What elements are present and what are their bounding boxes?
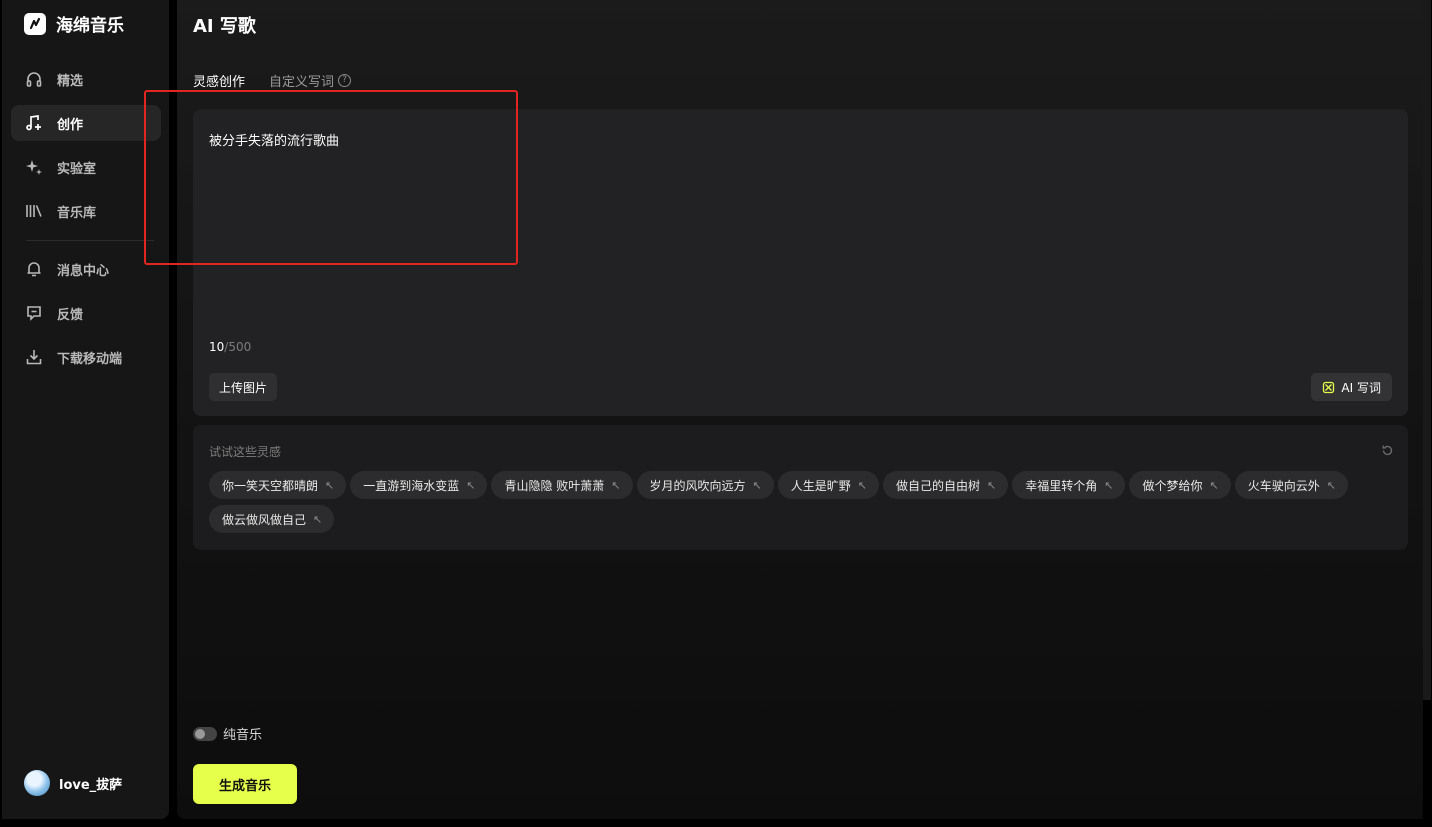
- main-panel: AI 写歌 灵感创作 自定义写词 ? 被分手失落的流行歌曲 10/500 上传图…: [177, 0, 1431, 819]
- headphones-icon: [24, 69, 44, 89]
- music-plus-icon: [24, 113, 44, 133]
- upload-image-label: 上传图片: [219, 380, 268, 395]
- music-note-icon: [24, 12, 46, 35]
- inspiration-title: 试试这些灵感: [209, 445, 282, 459]
- sidebar-item-messages[interactable]: 消息中心: [11, 251, 161, 287]
- ai-atom-icon: [1322, 381, 1335, 394]
- arrow-up-left-icon: ↖: [752, 478, 762, 492]
- inspiration-chip[interactable]: 岁月的风吹向远方 ↖: [636, 471, 774, 499]
- arrow-up-left-icon: ↖: [313, 512, 323, 526]
- char-count: 10: [209, 340, 225, 354]
- chip-label: 幸福里转个角: [1025, 478, 1098, 493]
- sidebar-item-download[interactable]: 下载移动端: [11, 339, 161, 375]
- chip-label: 做个梦给你: [1142, 478, 1203, 493]
- inspiration-chips: 你一笑天空都晴朗 ↖ 一直游到海水变蓝 ↖ 青山隐隐 败叶萧萧 ↖ 岁月的风吹向远方 ↖…: [209, 471, 1379, 533]
- toggle-knob: [195, 728, 205, 739]
- sidebar-item-create[interactable]: 创作: [11, 105, 161, 141]
- tab-bar: 灵感创作 自定义写词 ?: [193, 71, 375, 90]
- brand-name: 海绵音乐: [56, 16, 124, 36]
- sidebar-item-label: 反馈: [57, 307, 84, 323]
- help-icon[interactable]: ?: [338, 74, 352, 87]
- feedback-icon: [24, 303, 44, 323]
- download-icon: [24, 347, 44, 367]
- arrow-up-left-icon: ↖: [1326, 478, 1336, 492]
- library-icon: [24, 201, 44, 221]
- pure-music-toggle[interactable]: [193, 726, 217, 741]
- user-profile[interactable]: love_拔萨: [24, 770, 122, 796]
- inspiration-chip[interactable]: 做云做风做自己 ↖: [209, 505, 335, 533]
- sidebar-item-label: 精选: [57, 73, 84, 89]
- scrollbar-track[interactable]: [1423, 0, 1431, 700]
- sidebar-item-feedback[interactable]: 反馈: [11, 295, 161, 331]
- inspiration-chip[interactable]: 一直游到海水变蓝 ↖: [350, 471, 488, 499]
- page-title: AI 写歌: [193, 16, 256, 37]
- inspiration-chip[interactable]: 幸福里转个角 ↖: [1012, 471, 1126, 499]
- arrow-up-left-icon: ↖: [987, 478, 997, 492]
- prompt-editor[interactable]: 被分手失落的流行歌曲 10/500 上传图片 AI 写词: [193, 109, 1408, 416]
- ai-lyrics-button[interactable]: AI 写词: [1311, 373, 1392, 401]
- chip-label: 一直游到海水变蓝: [363, 478, 460, 493]
- chip-label: 青山隐隐 败叶萧萧: [504, 478, 605, 493]
- sidebar-item-label: 下载移动端: [57, 351, 123, 367]
- user-name: love_拔萨: [59, 777, 123, 793]
- arrow-up-left-icon: ↖: [611, 478, 621, 492]
- upload-image-button[interactable]: 上传图片: [209, 373, 278, 401]
- sidebar-item-featured[interactable]: 精选: [11, 61, 161, 97]
- arrow-up-left-icon: ↖: [857, 478, 867, 492]
- pure-music-row: 纯音乐: [193, 724, 262, 743]
- brand[interactable]: 海绵音乐: [24, 11, 124, 36]
- chip-label: 人生是旷野: [790, 478, 851, 493]
- inspiration-chip[interactable]: 你一笑天空都晴朗 ↖: [209, 471, 347, 499]
- chip-label: 火车驶向云外: [1247, 478, 1320, 493]
- pure-music-label: 纯音乐: [223, 728, 263, 743]
- chip-label: 你一笑天空都晴朗: [222, 478, 319, 493]
- sidebar-item-label: 消息中心: [57, 263, 110, 279]
- refresh-icon[interactable]: [1381, 442, 1394, 461]
- inspiration-chip[interactable]: 做自己的自由树 ↖: [882, 471, 1009, 499]
- tab-custom-lyrics[interactable]: 自定义写词 ?: [269, 71, 352, 90]
- sidebar-item-label: 创作: [57, 117, 84, 133]
- sidebar-item-label: 实验室: [57, 161, 97, 177]
- tab-label: 自定义写词: [269, 75, 335, 90]
- arrow-up-left-icon: ↖: [325, 478, 335, 492]
- generate-music-label: 生成音乐: [218, 778, 271, 794]
- arrow-up-left-icon: ↖: [1104, 478, 1114, 492]
- inspiration-chip[interactable]: 做个梦给你 ↖: [1129, 471, 1231, 499]
- tab-inspiration[interactable]: 灵感创作: [193, 71, 245, 90]
- tab-label: 灵感创作: [193, 75, 246, 90]
- sidebar-item-library[interactable]: 音乐库: [11, 193, 161, 229]
- chip-label: 做云做风做自己: [222, 512, 307, 527]
- inspiration-panel: 试试这些灵感 你一笑天空都晴朗 ↖ 一直游到海水变蓝 ↖ 青山隐隐 败叶萧萧 ↖ 岁月…: [193, 425, 1408, 550]
- generate-music-button[interactable]: 生成音乐: [193, 764, 297, 804]
- inspiration-chip[interactable]: 人生是旷野 ↖: [777, 471, 879, 499]
- sidebar-divider: [26, 240, 154, 241]
- arrow-up-left-icon: ↖: [466, 478, 476, 492]
- sparkle-icon: [24, 157, 44, 177]
- sidebar-item-lab[interactable]: 实验室: [11, 149, 161, 185]
- prompt-text[interactable]: 被分手失落的流行歌曲: [209, 130, 339, 149]
- ai-lyrics-label: AI 写词: [1341, 380, 1381, 395]
- sidebar-item-label: 音乐库: [57, 205, 97, 221]
- inspiration-chip[interactable]: 青山隐隐 败叶萧萧 ↖: [491, 471, 633, 499]
- avatar[interactable]: [24, 770, 50, 796]
- chip-label: 做自己的自由树: [895, 478, 980, 493]
- char-max: /500: [224, 340, 252, 354]
- sidebar: 海绵音乐 精选 创作 实验室 音乐库 消息中心 反馈 下载移动端 love_拔萨: [2, 0, 169, 819]
- chip-label: 岁月的风吹向远方: [649, 478, 746, 493]
- bell-icon: [24, 259, 44, 279]
- char-counter: 10/500: [209, 340, 251, 354]
- inspiration-chip[interactable]: 火车驶向云外 ↖: [1234, 471, 1348, 499]
- arrow-up-left-icon: ↖: [1209, 478, 1219, 492]
